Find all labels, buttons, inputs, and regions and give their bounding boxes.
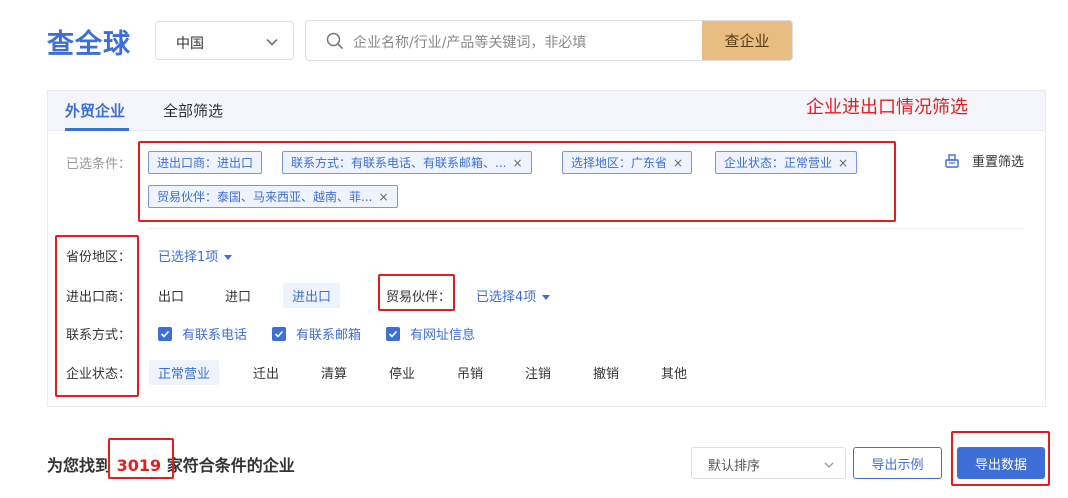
divider bbox=[148, 228, 1024, 229]
search-button[interactable]: 查企业 bbox=[702, 21, 792, 60]
check-icon bbox=[272, 326, 286, 341]
search-bar: 企业名称/行业/产品等关键词，非必填 查企业 bbox=[305, 20, 793, 61]
sort-select-value: 默认排序 bbox=[708, 459, 761, 474]
annotation-title: 企业进出口情况筛选 bbox=[806, 97, 968, 118]
status-option-normal[interactable]: 正常营业 bbox=[149, 360, 220, 385]
search-icon bbox=[326, 32, 344, 50]
logo[interactable]: 查全球 bbox=[47, 22, 131, 61]
checkbox-phone[interactable]: 有联系电话 bbox=[158, 324, 247, 343]
annotation-box-count bbox=[108, 438, 174, 479]
trader-option-both[interactable]: 进出口 bbox=[283, 283, 341, 308]
check-icon bbox=[386, 326, 400, 341]
checkbox-label: 有联系邮箱 bbox=[296, 328, 362, 343]
partner-dropdown-value: 已选择4项 bbox=[476, 290, 537, 305]
country-select-value: 中国 bbox=[176, 36, 204, 52]
checkbox-website[interactable]: 有网址信息 bbox=[386, 324, 475, 343]
reset-filters-label: 重置筛选 bbox=[972, 155, 1025, 170]
status-option-cancelled[interactable]: 注销 bbox=[525, 363, 551, 382]
trader-option-export[interactable]: 出口 bbox=[158, 286, 184, 305]
status-option-revoked[interactable]: 吊销 bbox=[457, 363, 483, 382]
selected-conditions-label: 已选条件： bbox=[66, 157, 132, 172]
broom-icon bbox=[945, 153, 959, 168]
province-dropdown-value: 已选择1项 bbox=[158, 250, 219, 265]
result-suffix: 家符合条件的企业 bbox=[166, 456, 295, 475]
chevron-down-icon bbox=[824, 462, 834, 468]
annotation-box-labels bbox=[55, 235, 139, 397]
reset-filters-button[interactable]: 重置筛选 bbox=[944, 151, 1024, 170]
trader-option-import[interactable]: 进口 bbox=[225, 286, 251, 305]
caret-down-icon bbox=[542, 295, 551, 300]
tab-foreign-trade[interactable]: 外贸企业 bbox=[65, 100, 125, 121]
annotation-box-partner bbox=[378, 274, 455, 311]
checkbox-email[interactable]: 有联系邮箱 bbox=[272, 324, 361, 343]
check-icon bbox=[158, 326, 172, 341]
annotation-box-export bbox=[951, 431, 1050, 486]
status-option-other[interactable]: 其他 bbox=[661, 363, 687, 382]
sort-select[interactable]: 默认排序 bbox=[691, 447, 846, 479]
annotation-box-selected bbox=[138, 141, 896, 222]
status-option-liquidation[interactable]: 清算 bbox=[321, 363, 347, 382]
province-dropdown[interactable]: 已选择1项 bbox=[158, 246, 233, 265]
result-prefix: 为您找到 bbox=[47, 456, 112, 475]
partner-dropdown[interactable]: 已选择4项 bbox=[476, 286, 551, 305]
search-input[interactable]: 企业名称/行业/产品等关键词，非必填 bbox=[353, 32, 586, 52]
tab-all-filters[interactable]: 全部筛选 bbox=[163, 100, 223, 121]
active-tab-indicator bbox=[65, 128, 129, 131]
status-option-moved[interactable]: 迁出 bbox=[253, 363, 279, 382]
status-option-suspended[interactable]: 停业 bbox=[389, 363, 415, 382]
country-select[interactable]: 中国 bbox=[155, 21, 294, 60]
chevron-down-icon bbox=[266, 38, 278, 46]
caret-down-icon bbox=[224, 255, 233, 260]
checkbox-label: 有联系电话 bbox=[182, 328, 248, 343]
export-sample-button[interactable]: 导出示例 bbox=[853, 447, 942, 479]
checkbox-label: 有网址信息 bbox=[410, 328, 476, 343]
status-option-withdrawn[interactable]: 撤销 bbox=[593, 363, 619, 382]
